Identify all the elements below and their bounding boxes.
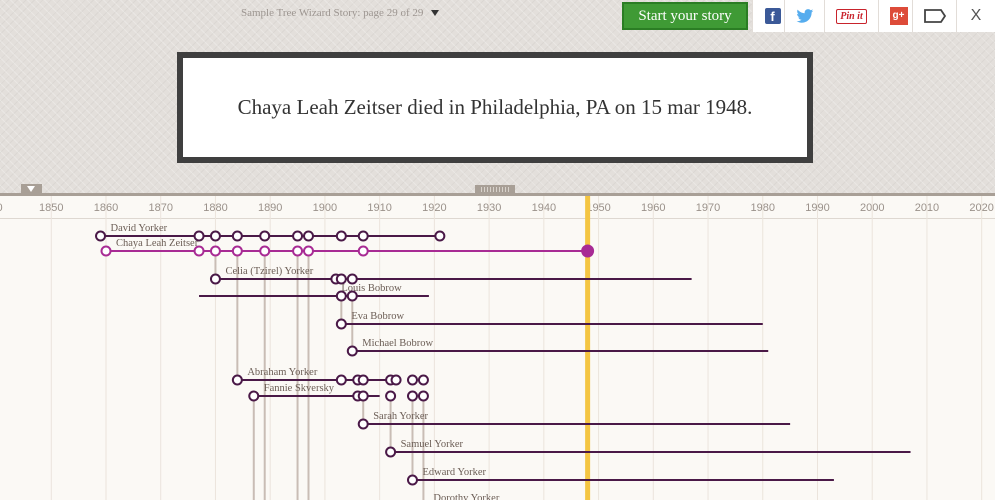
event-dot[interactable] bbox=[209, 245, 221, 257]
person-name-label[interactable]: Abraham Yorker bbox=[247, 367, 317, 378]
event-dot[interactable] bbox=[231, 230, 243, 242]
event-dot[interactable] bbox=[346, 290, 358, 302]
event-dot[interactable] bbox=[259, 230, 271, 242]
event-dot[interactable] bbox=[292, 245, 304, 257]
event-dot[interactable] bbox=[335, 230, 347, 242]
event-dot[interactable] bbox=[248, 390, 260, 402]
event-dot[interactable] bbox=[357, 245, 369, 257]
event-dot[interactable] bbox=[357, 418, 369, 430]
event-dot[interactable] bbox=[231, 245, 243, 257]
event-dot[interactable] bbox=[259, 245, 271, 257]
person-name-label[interactable]: Fannie Skversky bbox=[264, 383, 335, 394]
person-name-label[interactable]: Celia (Tzirel) Yorker bbox=[225, 266, 313, 277]
person-name-label[interactable]: David Yorker bbox=[111, 223, 168, 234]
event-dot[interactable] bbox=[292, 230, 304, 242]
person-name-label[interactable]: Chaya Leah Zeitser bbox=[116, 238, 199, 249]
person-name-label[interactable]: Edward Yorker bbox=[422, 467, 486, 478]
event-dot[interactable] bbox=[406, 390, 418, 402]
event-dot[interactable] bbox=[385, 446, 397, 458]
event-dot[interactable] bbox=[406, 474, 418, 486]
event-dot[interactable] bbox=[209, 273, 221, 285]
event-dot[interactable] bbox=[385, 390, 397, 402]
person-name-label[interactable]: Eva Bobrow bbox=[351, 311, 404, 322]
family-timeline[interactable]: David Yorker Chaya Leah Zeitser Celia (Tzi… bbox=[0, 0, 995, 500]
event-dot[interactable] bbox=[303, 245, 315, 257]
event-dot[interactable] bbox=[357, 230, 369, 242]
event-dot[interactable] bbox=[335, 318, 347, 330]
event-dot[interactable] bbox=[357, 374, 369, 386]
event-dot[interactable] bbox=[193, 245, 205, 257]
event-dot[interactable] bbox=[231, 374, 243, 386]
person-name-label[interactable]: Samuel Yorker bbox=[401, 439, 464, 450]
person-name-label[interactable]: Dorothy Yorker bbox=[433, 493, 499, 500]
event-dot[interactable] bbox=[95, 230, 107, 242]
event-dot[interactable] bbox=[335, 290, 347, 302]
event-dot[interactable] bbox=[434, 230, 446, 242]
person-name-label[interactable]: Michael Bobrow bbox=[362, 338, 433, 349]
event-dot[interactable] bbox=[303, 230, 315, 242]
event-dot[interactable] bbox=[346, 345, 358, 357]
event-dot[interactable] bbox=[406, 374, 418, 386]
event-dot[interactable] bbox=[209, 230, 221, 242]
event-dot[interactable] bbox=[100, 245, 112, 257]
event-dot[interactable] bbox=[417, 390, 429, 402]
event-dot[interactable] bbox=[581, 244, 595, 258]
event-dot[interactable] bbox=[417, 374, 429, 386]
person-name-label[interactable]: Sarah Yorker bbox=[373, 411, 428, 422]
event-dot[interactable] bbox=[335, 374, 347, 386]
event-dot[interactable] bbox=[357, 390, 369, 402]
event-dot[interactable] bbox=[390, 374, 402, 386]
